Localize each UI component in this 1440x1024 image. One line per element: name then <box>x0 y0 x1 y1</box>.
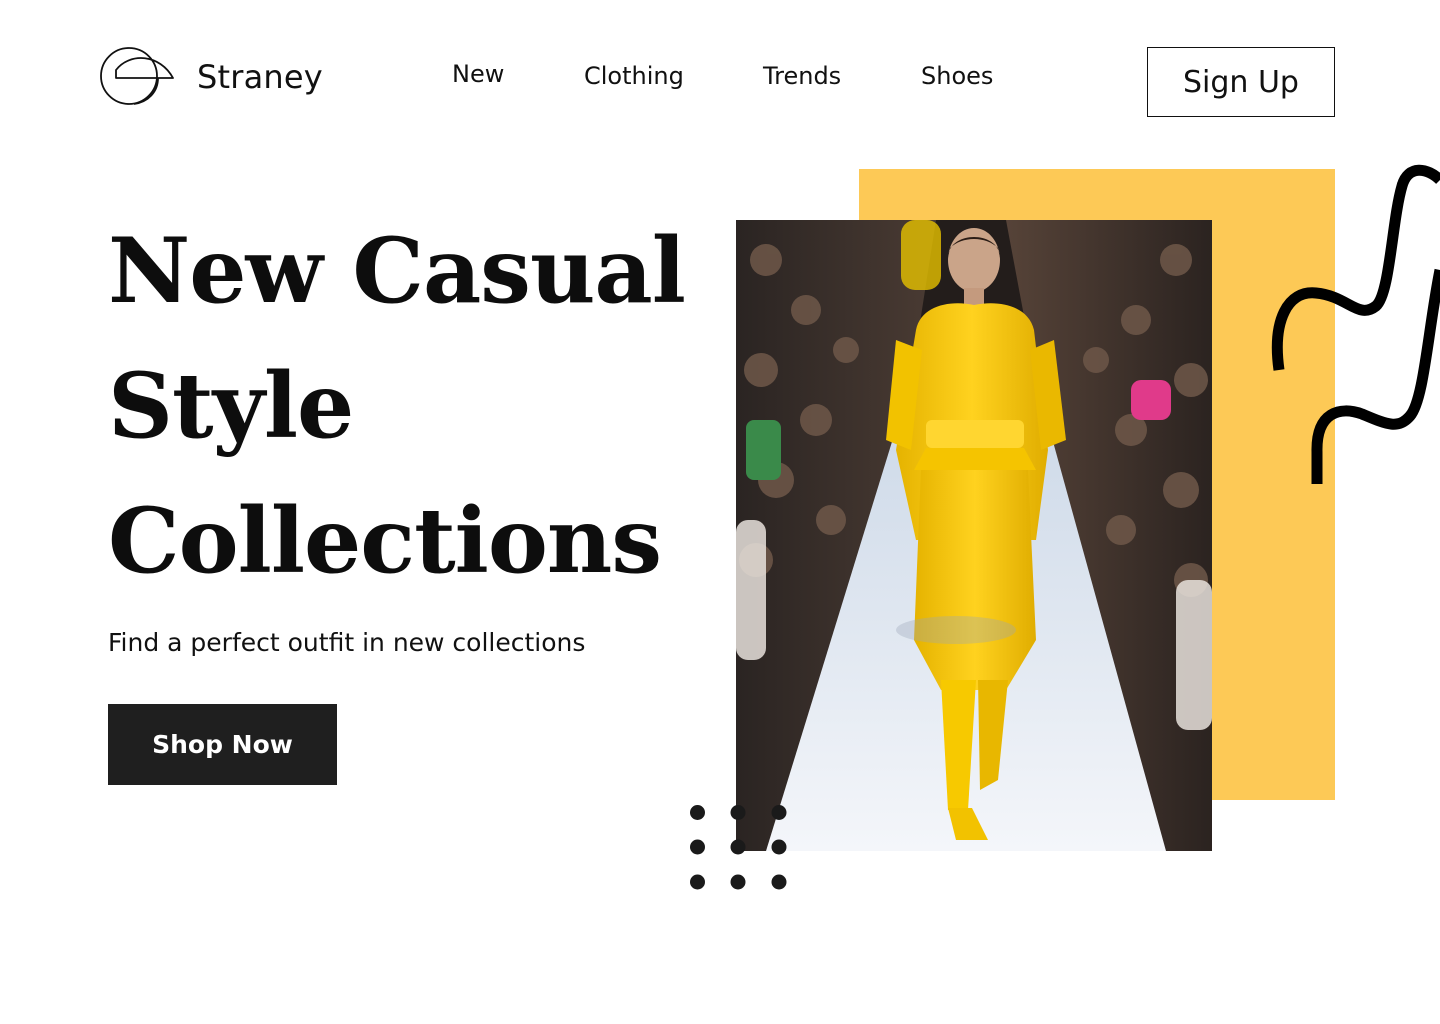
nav-item-clothing[interactable]: Clothing <box>584 62 684 90</box>
hero-subtitle: Find a perfect outfit in new collections <box>108 628 586 657</box>
shop-now-button[interactable]: Shop Now <box>108 704 337 785</box>
hero-title: New Casual Style Collections <box>108 204 708 609</box>
hero-title-line: Style <box>108 353 354 459</box>
nav-item-shoes[interactable]: Shoes <box>921 62 993 90</box>
overlapping-circles-logo-icon <box>100 47 174 105</box>
hero-title-line: New Casual <box>108 218 686 324</box>
nav-item-new[interactable]: New <box>452 60 504 88</box>
brand-name: Straney <box>197 58 323 96</box>
nav-item-trends[interactable]: Trends <box>763 62 841 90</box>
hero-title-line: Collections <box>108 488 662 594</box>
squiggle-decoration <box>1271 164 1440 484</box>
dot-grid-decoration <box>690 805 787 890</box>
runway-model-yellow-outfit-photo <box>736 220 1212 851</box>
sign-up-button[interactable]: Sign Up <box>1147 47 1335 117</box>
brand-logo[interactable] <box>100 46 178 108</box>
